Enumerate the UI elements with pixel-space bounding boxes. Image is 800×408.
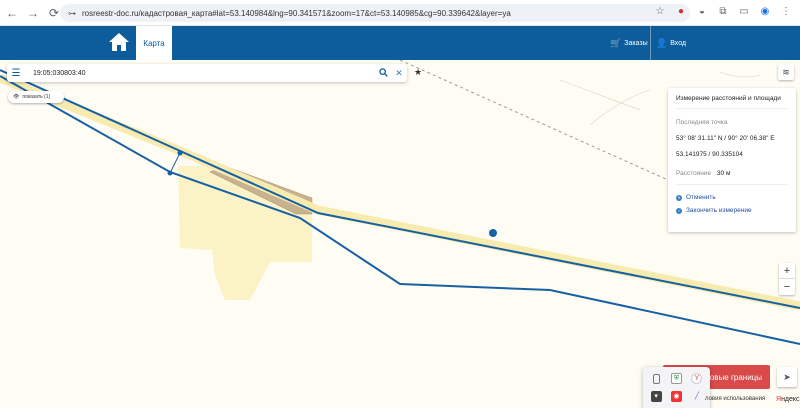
extension-icon-2[interactable]: ◒ (696, 5, 708, 17)
eye-icon: 👁 (13, 94, 20, 100)
distance-label: Расстояние (676, 170, 712, 177)
yandex-icon[interactable]: Y (691, 373, 703, 385)
cancel-icon: ✕ (676, 194, 682, 201)
back-icon[interactable]: ← (3, 4, 21, 22)
yandex-logo: Яндекс (776, 396, 800, 403)
distance-value: 30 м (716, 170, 731, 177)
zoom-out-button[interactable]: − (779, 279, 795, 295)
locate-icon[interactable]: ➤ (777, 367, 797, 387)
menu-icon[interactable]: ☰ (7, 68, 25, 79)
show-results-chip[interactable]: 👁 показать (1) (8, 91, 64, 103)
tab-map[interactable]: Карта (136, 26, 172, 60)
clear-search-icon[interactable]: ✕ (391, 68, 407, 79)
extension-popup: ⛨ Y ▾ ◉ ╱ (643, 367, 710, 408)
measurement-panel: Измерение расстояний и площади Последняя… (668, 88, 796, 232)
record-icon[interactable]: ◉ (670, 390, 682, 402)
finish-measure-button[interactable]: ✓ Закончить измерение (676, 207, 788, 214)
coords-dms: 53° 08' 31.11" N / 90° 20' 06.38" E (676, 135, 775, 142)
zoom-in-button[interactable]: + (779, 263, 795, 279)
check-icon: ✓ (676, 207, 682, 214)
extension-icon-1[interactable]: ● (675, 5, 687, 17)
pen-icon[interactable]: ╱ (691, 391, 702, 402)
zoom-control: + − (779, 263, 795, 295)
cart-icon: 🛒 (610, 37, 622, 48)
address-url[interactable]: rosreestr-doc.ru/кадастровая_карта#lat=5… (82, 9, 511, 18)
terms-of-use-link[interactable]: ловия использования (705, 396, 765, 402)
cancel-label: Отменить (686, 194, 716, 201)
bookmark-star-icon[interactable]: ☆ (654, 5, 666, 17)
orders-label: Заказы (624, 39, 648, 47)
cancel-measure-button[interactable]: ✕ Отменить (676, 194, 788, 201)
distance-row: Расстояние 30 м (676, 170, 788, 177)
yandex-logo-rest: ндекс (781, 396, 800, 403)
login-link[interactable]: 👤 Вход (656, 26, 686, 60)
shield-icon[interactable]: ⛨ (670, 373, 682, 385)
search-input[interactable]: 19:05:030803:40 (33, 70, 375, 77)
favorite-star-icon[interactable]: ★ (414, 67, 422, 78)
browser-menu-icon[interactable]: ⋮ (780, 5, 792, 17)
forward-icon[interactable]: → (24, 4, 42, 22)
login-label: Вход (670, 39, 687, 47)
finish-label: Закончить измерение (686, 207, 752, 214)
last-point-label: Последняя точка (676, 119, 728, 126)
measure-point-b (167, 170, 173, 176)
measure-point-a (177, 150, 183, 156)
coords-decimal: 53.141975 / 90.335104 (676, 151, 743, 158)
extensions-puzzle-icon[interactable]: ⧉ (717, 5, 729, 17)
map-marker-dot (489, 229, 497, 237)
phone-icon[interactable] (652, 373, 660, 384)
address-bar[interactable]: ⊶ rosreestr-doc.ru/кадастровая_карта#lat… (60, 4, 690, 22)
search-icon[interactable] (375, 67, 391, 79)
orders-link[interactable]: 🛒 Заказы (610, 26, 648, 60)
translate-icon[interactable]: ▾ (650, 390, 662, 402)
profile-icon[interactable]: ◉ (759, 5, 771, 17)
layers-icon[interactable]: ≋ (778, 64, 794, 80)
site-info-icon[interactable]: ⊶ (68, 9, 76, 18)
panel-divider (676, 184, 788, 185)
header-divider (650, 26, 651, 60)
search-box: ☰ 19:05:030803:40 ✕ (7, 64, 407, 82)
browser-toolbar: ← → ⟳ ⊶ rosreestr-doc.ru/кадастровая_кар… (0, 0, 800, 26)
measurement-title: Измерение расстояний и площади (676, 95, 788, 109)
show-results-label: показать (1) (22, 94, 51, 100)
user-icon: 👤 (656, 37, 668, 48)
sidebar-icon[interactable]: ▭ (738, 5, 750, 17)
home-icon[interactable] (108, 32, 130, 54)
